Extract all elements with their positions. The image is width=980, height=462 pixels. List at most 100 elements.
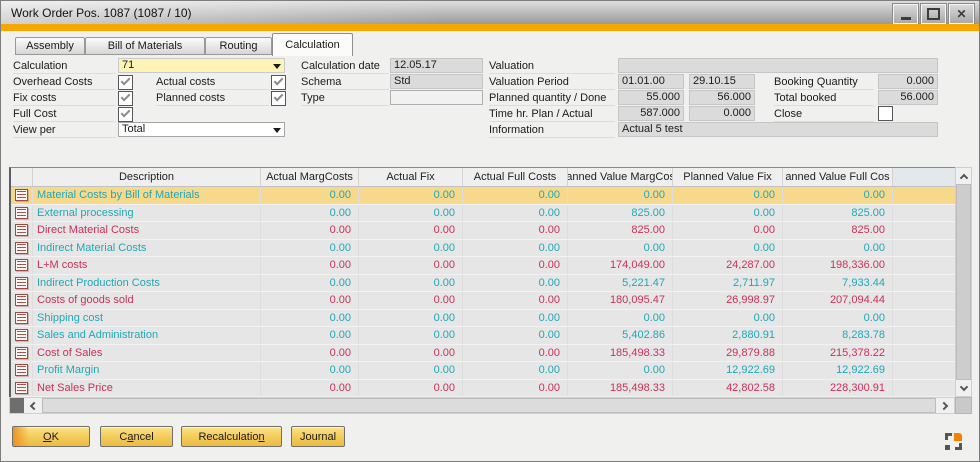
table-row[interactable]: Indirect Production Costs0.000.000.005,2…: [11, 275, 955, 293]
row-details-icon-lines: [17, 279, 26, 287]
button-label: OK: [43, 431, 59, 443]
table-row[interactable]: External processing0.000.000.00825.000.0…: [11, 205, 955, 223]
close-button[interactable]: ✕: [949, 4, 974, 24]
tab-calculation[interactable]: Calculation: [272, 33, 353, 56]
row-details-icon[interactable]: [15, 312, 28, 324]
column-header[interactable]: Actual Fix: [359, 168, 463, 186]
column-header[interactable]: Actual Full Costs: [463, 168, 568, 186]
schema-label: Schema: [301, 75, 389, 90]
row-filler-cell: [893, 310, 955, 327]
button-label: Recalculation: [198, 431, 264, 443]
table-row[interactable]: Cost of Sales0.000.000.00185,498.3329,87…: [11, 345, 955, 363]
scroll-up-button[interactable]: [956, 168, 971, 184]
maximize-button[interactable]: [921, 4, 946, 24]
value-cell: 0.00: [783, 310, 893, 327]
resize-corner-br: [955, 443, 962, 450]
total-booked-label: Total booked: [774, 91, 874, 106]
value-cell: 42,802.58: [673, 380, 783, 397]
row-details-icon-lines: [17, 191, 26, 199]
expand-form-icon[interactable]: [945, 433, 962, 450]
row-icon-cell: [11, 327, 33, 344]
recalculation-button[interactable]: Recalculation: [181, 426, 282, 447]
scroll-right-button[interactable]: [936, 398, 954, 413]
value-cell: 0.00: [359, 240, 463, 257]
description-cell: External processing: [33, 205, 261, 222]
journal-button[interactable]: Journal: [291, 426, 345, 447]
value-cell: 180,095.47: [568, 292, 673, 309]
value-cell: 2,880.91: [673, 327, 783, 344]
row-details-icon[interactable]: [15, 277, 28, 289]
row-details-icon[interactable]: [15, 329, 28, 341]
row-details-icon[interactable]: [15, 294, 28, 306]
value-cell: 8,283.78: [783, 327, 893, 344]
chevron-down-icon[interactable]: [273, 128, 281, 133]
column-header[interactable]: Description: [33, 168, 261, 186]
cancel-button[interactable]: Cancel: [100, 426, 173, 447]
value-cell: 26,998.97: [673, 292, 783, 309]
table-row[interactable]: Direct Material Costs0.000.000.00825.000…: [11, 222, 955, 240]
planned-quantity-field: 55.000: [618, 90, 684, 105]
value-cell: 0.00: [673, 310, 783, 327]
table-row[interactable]: Net Sales Price0.000.000.00185,498.3342,…: [11, 380, 955, 398]
scroll-down-button[interactable]: [956, 380, 971, 396]
row-details-icon[interactable]: [15, 382, 28, 394]
title-bar[interactable]: Work Order Pos. 1087 (1087 / 10): [1, 1, 979, 24]
column-header[interactable]: anned Value Full Cos: [783, 168, 893, 186]
table-row[interactable]: Sales and Administration0.000.000.005,40…: [11, 327, 955, 345]
table-row[interactable]: L+M costs0.000.000.00174,049.0024,287.00…: [11, 257, 955, 275]
chevron-up-icon: [959, 173, 967, 181]
table-row[interactable]: Indirect Material Costs0.000.000.000.000…: [11, 240, 955, 258]
table-row[interactable]: Profit Margin0.000.000.000.0012,922.6912…: [11, 362, 955, 380]
row-details-icon-lines: [17, 226, 26, 234]
row-details-icon[interactable]: [15, 242, 28, 254]
valuation-period-label: Valuation Period: [489, 75, 615, 90]
row-details-icon[interactable]: [15, 224, 28, 236]
grid-split-handle[interactable]: [10, 398, 24, 413]
planned-costs-checkbox[interactable]: [271, 91, 286, 106]
row-details-icon[interactable]: [15, 364, 28, 376]
scroll-left-button[interactable]: [24, 398, 42, 413]
vertical-scrollbar[interactable]: [955, 167, 972, 397]
view-per-combo[interactable]: Total: [118, 122, 285, 137]
tab-assembly[interactable]: Assembly: [15, 37, 85, 55]
overhead-costs-checkbox[interactable]: [118, 75, 133, 90]
tab-bill-of-materials[interactable]: Bill of Materials: [85, 37, 205, 55]
chevron-right-icon: [940, 401, 948, 409]
ok-button[interactable]: OK: [12, 426, 90, 447]
column-header[interactable]: Planned Value MargCosts: [568, 168, 673, 186]
row-details-icon[interactable]: [15, 207, 28, 219]
table-row[interactable]: Material Costs by Bill of Materials0.000…: [11, 187, 955, 205]
fix-costs-checkbox[interactable]: [118, 91, 133, 106]
chevron-down-icon[interactable]: [273, 64, 281, 69]
type-field: [390, 90, 483, 105]
vertical-scroll-thumb[interactable]: [956, 184, 971, 380]
value-cell: 0.00: [568, 187, 673, 204]
horizontal-scroll-thumb[interactable]: [42, 398, 936, 413]
value-cell: 0.00: [463, 327, 568, 344]
close-checkbox[interactable]: [878, 106, 893, 121]
actual-costs-checkbox[interactable]: [271, 75, 286, 90]
overhead-costs-label: Overhead Costs: [13, 75, 116, 90]
minimize-button[interactable]: [893, 4, 918, 24]
full-cost-checkbox[interactable]: [118, 107, 133, 122]
column-header[interactable]: Planned Value Fix: [673, 168, 783, 186]
table-row[interactable]: Costs of goods sold0.000.000.00180,095.4…: [11, 292, 955, 310]
horizontal-scrollbar[interactable]: [9, 397, 955, 414]
row-filler-cell: [893, 222, 955, 239]
close-icon: ✕: [956, 8, 966, 20]
row-details-icon[interactable]: [15, 347, 28, 359]
row-details-icon-lines: [17, 366, 26, 374]
button-label: Cancel: [119, 431, 153, 443]
row-details-icon[interactable]: [15, 189, 28, 201]
value-cell: 0.00: [359, 362, 463, 379]
row-details-icon[interactable]: [15, 259, 28, 271]
description-cell: Direct Material Costs: [33, 222, 261, 239]
value-cell: 0.00: [261, 362, 359, 379]
description-cell: Net Sales Price: [33, 380, 261, 397]
calculation-combo[interactable]: 71: [118, 58, 285, 73]
column-header[interactable]: Actual MargCosts: [261, 168, 359, 186]
tab-routing[interactable]: Routing: [205, 37, 272, 55]
row-filler-cell: [893, 345, 955, 362]
row-details-icon-lines: [17, 244, 26, 252]
table-row[interactable]: Shipping cost0.000.000.000.000.000.00: [11, 310, 955, 328]
